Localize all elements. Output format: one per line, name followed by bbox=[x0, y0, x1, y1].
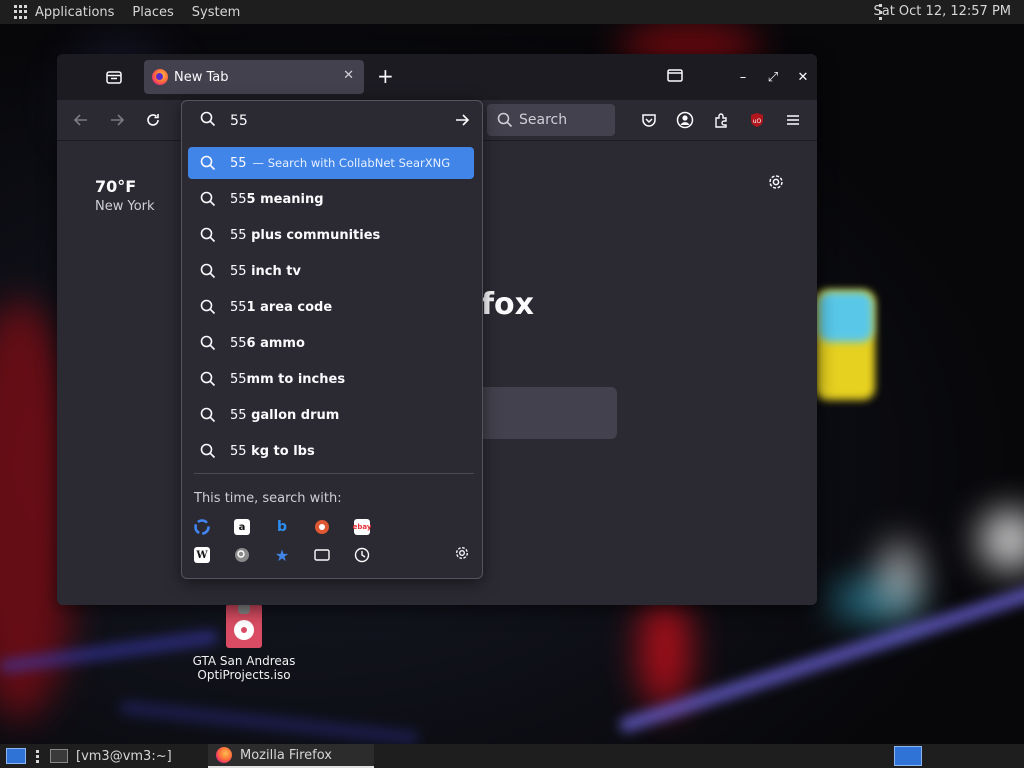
menu-places[interactable]: Places bbox=[132, 5, 173, 20]
suggestion-text: 556 ammo bbox=[230, 335, 305, 351]
search-placeholder: Search bbox=[519, 112, 568, 128]
pocket-icon[interactable] bbox=[637, 108, 661, 132]
suggestion-text: 555 meaning bbox=[230, 191, 324, 207]
searxng-icon[interactable] bbox=[234, 547, 250, 563]
suggestion-text: 55mm to inches bbox=[230, 371, 346, 387]
suggestion-item[interactable]: 555 meaning bbox=[188, 183, 474, 215]
show-desktop-button[interactable] bbox=[6, 744, 26, 768]
suggestion-text: 55 kg to lbs bbox=[230, 443, 315, 459]
suggestion-text: 55 inch tv bbox=[230, 263, 301, 279]
disc-image-icon bbox=[226, 602, 262, 648]
menu-applications[interactable]: Applications bbox=[35, 5, 114, 20]
titlebar: New Tab ✕ + – ⤢ ✕ bbox=[57, 54, 817, 100]
weather-city: New York bbox=[95, 199, 155, 214]
search-icon bbox=[200, 111, 216, 131]
maximize-icon[interactable]: ⤢ bbox=[767, 70, 779, 85]
address-input[interactable]: 55 bbox=[230, 113, 248, 129]
workspace-switcher[interactable] bbox=[894, 744, 922, 768]
suggestion-text: 55 bbox=[230, 155, 247, 171]
tab-title: New Tab bbox=[174, 69, 229, 85]
account-icon[interactable] bbox=[673, 108, 697, 132]
weather-widget[interactable]: 70°F New York bbox=[95, 177, 155, 214]
terminal-icon bbox=[50, 749, 68, 763]
history-icon[interactable] bbox=[354, 547, 370, 563]
suggestion-item[interactable]: 55 kg to lbs bbox=[188, 435, 474, 467]
taskbar-firefox-label: Mozilla Firefox bbox=[240, 747, 332, 763]
desktop-icon-iso[interactable]: GTA San Andreas OptiProjects.iso bbox=[188, 602, 300, 682]
search-icon bbox=[200, 299, 216, 315]
amazon-icon[interactable]: a bbox=[234, 519, 250, 535]
svg-text:uO: uO bbox=[753, 118, 762, 125]
suggestion-item[interactable]: 55 inch tv bbox=[188, 255, 474, 287]
urlbar-dropdown: 55 55 — Search with CollabNet SearXNG 555 … bbox=[181, 100, 483, 579]
apps-grid-icon[interactable] bbox=[14, 5, 28, 19]
search-icon bbox=[200, 227, 216, 243]
search-icon bbox=[200, 155, 216, 171]
taskbar: [vm3@vm3:~] Mozilla Firefox bbox=[0, 744, 1024, 768]
search-icon bbox=[200, 335, 216, 351]
suggestion-item[interactable]: 55mm to inches bbox=[188, 363, 474, 395]
search-settings-gear-icon[interactable] bbox=[454, 545, 470, 565]
search-icon bbox=[200, 371, 216, 387]
top-panel: Applications Places System Sat Oct 12, 1… bbox=[0, 0, 1024, 24]
menu-system[interactable]: System bbox=[192, 5, 240, 20]
tabs-icon[interactable] bbox=[314, 547, 330, 563]
folder-icon[interactable] bbox=[667, 68, 683, 86]
weather-temperature: 70°F bbox=[95, 177, 137, 196]
forward-icon[interactable] bbox=[105, 108, 129, 132]
go-arrow-icon[interactable] bbox=[454, 112, 470, 132]
search-icon bbox=[200, 263, 216, 279]
gear-icon[interactable] bbox=[767, 173, 785, 195]
suggestion-item[interactable]: 55 — Search with CollabNet SearXNG bbox=[188, 147, 474, 179]
desktop-icon-label-2: OptiProjects.iso bbox=[197, 668, 291, 682]
one-off-label: This time, search with: bbox=[194, 491, 342, 506]
google-icon[interactable] bbox=[194, 519, 210, 535]
desktop-icon-label-1: GTA San Andreas bbox=[192, 654, 296, 668]
desktop-icon bbox=[6, 748, 26, 764]
suggestion-action: — Search with CollabNet SearXNG bbox=[252, 156, 451, 170]
taskbar-terminal-label: [vm3@vm3:~] bbox=[76, 748, 172, 764]
firefox-wordmark: fox bbox=[481, 287, 535, 322]
firefox-icon bbox=[216, 747, 232, 763]
bookmarks-icon[interactable]: ★ bbox=[274, 546, 290, 565]
address-bar[interactable]: 55 bbox=[182, 101, 482, 141]
search-bar[interactable]: Search bbox=[487, 104, 615, 136]
back-icon[interactable] bbox=[69, 108, 93, 132]
taskbar-handle-icon[interactable] bbox=[36, 744, 39, 768]
wikipedia-icon[interactable]: W bbox=[194, 547, 210, 563]
new-tab-button[interactable]: + bbox=[377, 66, 394, 86]
list-all-tabs-icon[interactable] bbox=[105, 68, 123, 86]
duckduckgo-icon[interactable] bbox=[314, 519, 330, 535]
bing-icon[interactable]: b bbox=[274, 519, 290, 535]
search-icon bbox=[200, 407, 216, 423]
ebay-icon[interactable]: ebay bbox=[353, 519, 371, 535]
minimize-icon[interactable]: – bbox=[737, 70, 749, 85]
suggestion-text: 55 gallon drum bbox=[230, 407, 340, 423]
reload-icon[interactable] bbox=[141, 108, 165, 132]
divider bbox=[194, 473, 474, 474]
taskbar-item-firefox[interactable]: Mozilla Firefox bbox=[208, 744, 374, 768]
suggestion-item[interactable]: 55 plus communities bbox=[188, 219, 474, 251]
workspace-icon bbox=[894, 746, 922, 766]
close-window-icon[interactable]: ✕ bbox=[797, 70, 809, 85]
suggestion-item[interactable]: 556 ammo bbox=[188, 327, 474, 359]
taskbar-item-terminal[interactable]: [vm3@vm3:~] bbox=[50, 744, 200, 768]
suggestion-item[interactable]: 551 area code bbox=[188, 291, 474, 323]
firefox-icon bbox=[152, 69, 168, 85]
suggestion-item[interactable]: 55 gallon drum bbox=[188, 399, 474, 431]
search-icon bbox=[497, 112, 513, 128]
extensions-icon[interactable] bbox=[709, 108, 733, 132]
suggestion-text: 55 plus communities bbox=[230, 227, 381, 243]
suggestion-text: 551 area code bbox=[230, 299, 333, 315]
search-icon bbox=[200, 191, 216, 207]
tab-new-tab[interactable]: New Tab ✕ bbox=[144, 60, 364, 94]
hamburger-menu-icon[interactable] bbox=[781, 108, 805, 132]
ublock-origin-icon[interactable]: uO bbox=[745, 108, 769, 132]
clock[interactable]: Sat Oct 12, 12:57 PM bbox=[873, 4, 1011, 19]
close-tab-icon[interactable]: ✕ bbox=[343, 68, 354, 83]
search-icon bbox=[200, 443, 216, 459]
